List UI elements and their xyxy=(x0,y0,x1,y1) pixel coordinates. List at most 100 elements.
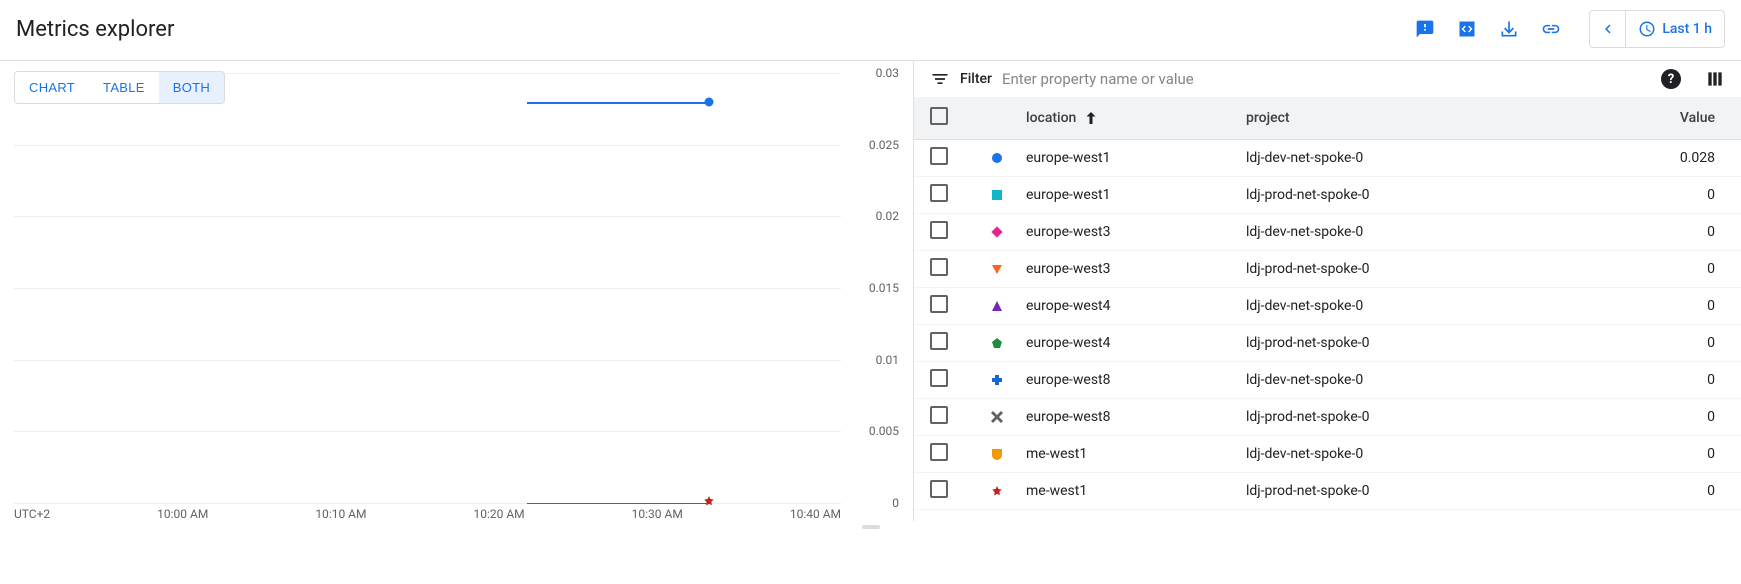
y-tick: 0.02 xyxy=(876,209,899,223)
series-marker-icon xyxy=(968,189,1026,201)
filter-icon xyxy=(930,69,950,89)
filter-label: Filter xyxy=(960,71,992,87)
code-icon[interactable] xyxy=(1455,17,1479,41)
cell-location: europe-west1 xyxy=(1026,187,1246,203)
y-tick: 0.03 xyxy=(876,66,899,80)
x-tick: 10:20 AM xyxy=(473,507,524,521)
cell-project: ldj-dev-net-spoke-0 xyxy=(1246,372,1605,388)
cell-value: 0 xyxy=(1605,224,1725,240)
row-checkbox[interactable] xyxy=(930,369,948,387)
cell-value: 0.028 xyxy=(1605,150,1725,166)
cell-location: europe-west3 xyxy=(1026,261,1246,277)
resize-handle[interactable] xyxy=(859,525,883,531)
row-checkbox[interactable] xyxy=(930,480,948,498)
clock-icon xyxy=(1638,20,1656,38)
help-icon[interactable]: ? xyxy=(1661,69,1681,89)
cell-location: europe-west8 xyxy=(1026,372,1246,388)
table-row[interactable]: europe-west3ldj-prod-net-spoke-00 xyxy=(914,251,1741,288)
select-all-checkbox[interactable] xyxy=(930,107,948,125)
cell-location: europe-west4 xyxy=(1026,335,1246,351)
table-row[interactable]: me-west1ldj-dev-net-spoke-00 xyxy=(914,436,1741,473)
series-marker-icon xyxy=(968,411,1026,423)
cell-location: me-west1 xyxy=(1026,446,1246,462)
cell-project: ldj-prod-net-spoke-0 xyxy=(1246,409,1605,425)
row-checkbox[interactable] xyxy=(930,295,948,313)
cell-location: europe-west4 xyxy=(1026,298,1246,314)
cell-project: ldj-dev-net-spoke-0 xyxy=(1246,224,1605,240)
cell-value: 0 xyxy=(1605,298,1725,314)
x-tick: UTC+2 xyxy=(14,507,50,521)
chart[interactable]: 0.03 0.025 0.02 0.015 0.01 0.005 0 UTC+2… xyxy=(14,73,841,503)
series-marker-icon xyxy=(968,374,1026,386)
cell-project: ldj-prod-net-spoke-0 xyxy=(1246,483,1605,499)
header-value[interactable]: Value xyxy=(1605,110,1725,126)
cell-value: 0 xyxy=(1605,372,1725,388)
cell-project: ldj-prod-net-spoke-0 xyxy=(1246,261,1605,277)
page-title: Metrics explorer xyxy=(16,17,174,42)
time-range-label: Last 1 h xyxy=(1662,21,1712,37)
chart-point-blue xyxy=(704,97,713,106)
series-marker-icon xyxy=(968,152,1026,164)
series-marker-icon xyxy=(968,485,1026,497)
feedback-icon[interactable] xyxy=(1413,17,1437,41)
y-tick: 0 xyxy=(892,496,899,510)
cell-location: europe-west8 xyxy=(1026,409,1246,425)
table-row[interactable]: europe-west3ldj-dev-net-spoke-00 xyxy=(914,214,1741,251)
header-project[interactable]: project xyxy=(1246,110,1605,126)
chart-series-blue xyxy=(527,102,709,104)
cell-location: europe-west3 xyxy=(1026,224,1246,240)
y-tick: 0.025 xyxy=(869,138,899,152)
cell-location: me-west1 xyxy=(1026,483,1246,499)
tab-table[interactable]: TABLE xyxy=(89,72,159,103)
row-checkbox[interactable] xyxy=(930,258,948,276)
y-tick: 0.005 xyxy=(869,424,899,438)
table-row[interactable]: europe-west8ldj-dev-net-spoke-00 xyxy=(914,362,1741,399)
cell-project: ldj-dev-net-spoke-0 xyxy=(1246,150,1605,166)
time-range-selector[interactable]: Last 1 h xyxy=(1626,11,1724,47)
x-tick: 10:10 AM xyxy=(315,507,366,521)
row-checkbox[interactable] xyxy=(930,443,948,461)
row-checkbox[interactable] xyxy=(930,147,948,165)
table-row[interactable]: europe-west1ldj-prod-net-spoke-00 xyxy=(914,177,1741,214)
cell-project: ldj-dev-net-spoke-0 xyxy=(1246,446,1605,462)
y-tick: 0.015 xyxy=(869,281,899,295)
cell-project: ldj-dev-net-spoke-0 xyxy=(1246,298,1605,314)
cell-project: ldj-prod-net-spoke-0 xyxy=(1246,335,1605,351)
columns-icon[interactable] xyxy=(1705,69,1725,89)
x-tick: 10:00 AM xyxy=(157,507,208,521)
table-row[interactable]: europe-west4ldj-dev-net-spoke-00 xyxy=(914,288,1741,325)
filter-input[interactable] xyxy=(1002,70,1651,88)
series-marker-icon xyxy=(968,448,1026,460)
tab-both[interactable]: BOTH xyxy=(159,72,224,103)
series-marker-icon xyxy=(968,263,1026,275)
x-tick: 10:30 AM xyxy=(632,507,683,521)
header-location[interactable]: location xyxy=(1026,109,1246,127)
chart-series-red xyxy=(527,503,709,504)
cell-value: 0 xyxy=(1605,483,1725,499)
time-range-prev-button[interactable] xyxy=(1590,11,1626,47)
series-marker-icon xyxy=(968,226,1026,238)
cell-value: 0 xyxy=(1605,335,1725,351)
row-checkbox[interactable] xyxy=(930,406,948,424)
download-icon[interactable] xyxy=(1497,17,1521,41)
table-row[interactable]: me-west1ldj-prod-net-spoke-00 xyxy=(914,473,1741,510)
y-tick: 0.01 xyxy=(876,353,899,367)
cell-value: 0 xyxy=(1605,446,1725,462)
tab-chart[interactable]: CHART xyxy=(15,72,89,103)
series-marker-icon xyxy=(968,337,1026,349)
table-row[interactable]: europe-west1ldj-dev-net-spoke-00.028 xyxy=(914,140,1741,177)
cell-value: 0 xyxy=(1605,187,1725,203)
series-marker-icon xyxy=(968,300,1026,312)
table-row[interactable]: europe-west8ldj-prod-net-spoke-00 xyxy=(914,399,1741,436)
link-icon[interactable] xyxy=(1539,17,1563,41)
row-checkbox[interactable] xyxy=(930,332,948,350)
row-checkbox[interactable] xyxy=(930,184,948,202)
cell-project: ldj-prod-net-spoke-0 xyxy=(1246,187,1605,203)
sort-asc-icon xyxy=(1082,109,1100,127)
row-checkbox[interactable] xyxy=(930,221,948,239)
cell-value: 0 xyxy=(1605,409,1725,425)
cell-value: 0 xyxy=(1605,261,1725,277)
x-tick: 10:40 AM xyxy=(790,507,841,521)
cell-location: europe-west1 xyxy=(1026,150,1246,166)
table-row[interactable]: europe-west4ldj-prod-net-spoke-00 xyxy=(914,325,1741,362)
